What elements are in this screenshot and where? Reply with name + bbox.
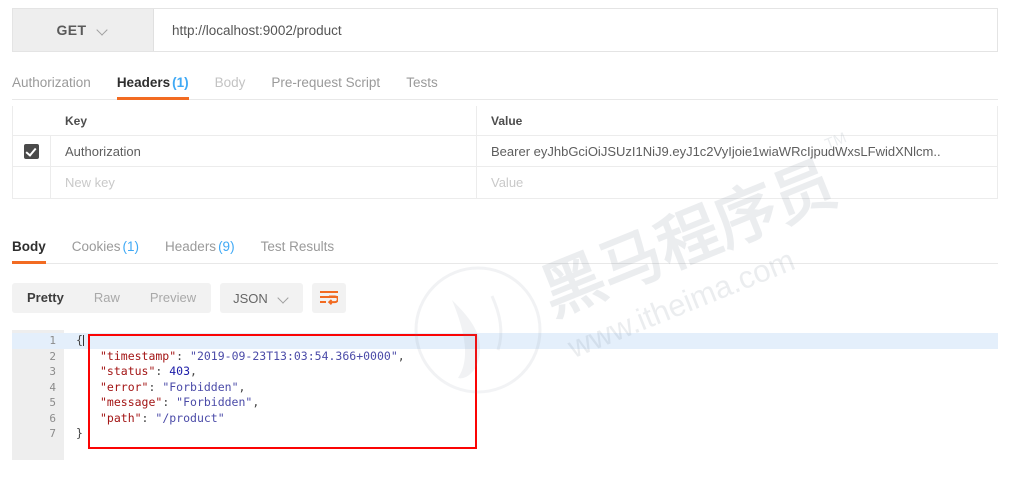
chevron-down-icon [279,293,290,304]
code-token: "Forbidden" [162,379,239,394]
response-language-label: JSON [233,290,268,306]
tab-test-results[interactable]: Test Results [261,239,335,263]
text-cursor [82,335,84,346]
code-token: "Forbidden" [176,395,253,409]
code-token: , [252,395,260,409]
wrap-text-button[interactable] [311,283,346,313]
http-method-label: GET [56,22,87,38]
tab-response-headers-count: (9) [218,239,235,254]
http-method-selector[interactable]: GET [13,9,154,51]
row-checkbox-cell-empty [13,167,51,198]
new-header-key-input[interactable]: New key [51,167,477,198]
code-token: : [155,364,170,378]
tab-tests[interactable]: Tests [406,75,438,99]
headers-table-header-row: Key Value [13,106,997,136]
code-line: "error": "Forbidden", [64,380,998,396]
request-url-input[interactable]: http://localhost:9002/product [154,9,997,51]
tab-response-cookies[interactable]: Cookies (1) [72,239,139,263]
tab-test-results-label: Test Results [260,239,335,254]
header-key-value: Authorization [65,143,141,159]
column-header-value-label: Value [491,113,523,128]
code-line: "path": "/product" [64,411,998,427]
response-body-editor[interactable]: 1▾2 3 4 5 6 7 { "timestamp": "2019-09-23T13:03… [12,330,998,460]
view-mode-pretty[interactable]: Pretty [12,283,79,313]
table-row: New key Value [13,167,997,198]
code-token: "path" [100,410,142,425]
code-line: "timestamp": "2019-09-23T13:03:54.366+00… [64,349,998,365]
code-token: : [141,410,156,425]
code-token: "status" [100,364,156,378]
editor-line-number-gutter: 1▾2 3 4 5 6 7 [12,330,69,460]
wrap-text-icon [319,291,338,305]
code-token: } [76,426,83,440]
row-checkbox-cell [13,136,51,166]
chevron-down-icon [98,25,109,36]
response-tab-bar: Body Cookies (1) Headers (9) Test Results [12,230,998,264]
tab-response-headers[interactable]: Headers (9) [165,239,235,263]
tab-authorization[interactable]: Authorization [12,75,91,99]
line-number: 2 [49,349,56,363]
code-token: "2019-09-23T13:03:54.366+0000" [190,348,398,363]
header-value-value: Bearer eyJhbGciOiJSUzI1NiJ9.eyJ1c2VyIjoi… [491,143,941,159]
code-line: "status": 403, [64,364,998,380]
tab-response-body[interactable]: Body [12,239,46,264]
code-token: : [162,395,177,409]
line-number: 6 [49,411,56,425]
tab-tests-label: Tests [406,75,438,90]
header-row-checkbox-spacer [13,106,51,135]
tab-authorization-label: Authorization [12,75,91,90]
line-number: 7 [49,427,56,440]
tab-headers-label: Headers [116,75,171,90]
request-tab-bar: Authorization Headers (1) Body Pre-reques… [12,62,998,100]
line-number: 5 [49,396,56,409]
tab-pre-request-script-label: Pre-request Script [271,75,381,90]
line-number: 1▾ [12,333,69,349]
code-token: : [176,348,191,363]
editor-code-area[interactable]: { "timestamp": "2019-09-23T13:03:54.366+0… [64,330,998,460]
tab-headers-count: (1) [172,75,189,90]
request-url-value: http://localhost:9002/product [172,22,342,38]
response-language-select[interactable]: JSON [220,283,303,313]
code-token: "/product" [155,410,225,425]
column-header-key-label: Key [65,113,88,128]
code-token: "timestamp" [100,348,177,363]
tab-headers[interactable]: Headers (1) [116,75,189,100]
code-token: : [148,379,163,394]
new-header-key-placeholder: New key [65,175,115,190]
tab-body[interactable]: Body [215,75,246,99]
code-line: "message": "Forbidden", [64,395,998,411]
view-mode-preview[interactable]: Preview [135,283,211,313]
column-header-value: Value [477,106,997,135]
tab-response-body-label: Body [12,239,46,254]
code-token: "error" [100,379,149,394]
new-header-value-input[interactable]: Value [477,167,997,198]
tab-response-cookies-count: (1) [122,239,140,254]
table-row: Authorization Bearer eyJhbGciOiJSUzI1NiJ… [13,136,997,167]
tab-pre-request-script[interactable]: Pre-request Script [271,75,380,99]
response-format-toolbar: Pretty Raw Preview JSON [12,283,346,313]
code-token: { [76,333,83,347]
code-line: { [64,333,998,349]
header-value-input[interactable]: Bearer eyJhbGciOiJSUzI1NiJ9.eyJ1c2VyIjoi… [477,136,997,166]
code-line: } [64,426,998,442]
column-header-key: Key [51,106,477,135]
view-mode-raw[interactable]: Raw [79,283,135,313]
tab-body-label: Body [214,75,246,90]
code-token: 403 [169,364,191,378]
header-key-input[interactable]: Authorization [51,136,477,166]
tab-response-headers-label: Headers [165,239,217,254]
new-header-value-placeholder: Value [491,175,524,190]
request-bar: GET http://localhost:9002/product [12,8,998,52]
line-number: 4 [49,380,56,394]
code-token: "message" [100,395,163,409]
line-number: 3 [49,365,56,378]
headers-table: Key Value Authorization Bearer eyJhbGciO… [12,106,998,199]
code-token: , [238,379,246,394]
code-token: , [190,364,197,378]
response-view-mode-group: Pretty Raw Preview [12,283,212,313]
header-enabled-checkbox[interactable] [24,143,39,159]
tab-response-cookies-label: Cookies [71,239,121,254]
code-token: , [397,348,405,363]
